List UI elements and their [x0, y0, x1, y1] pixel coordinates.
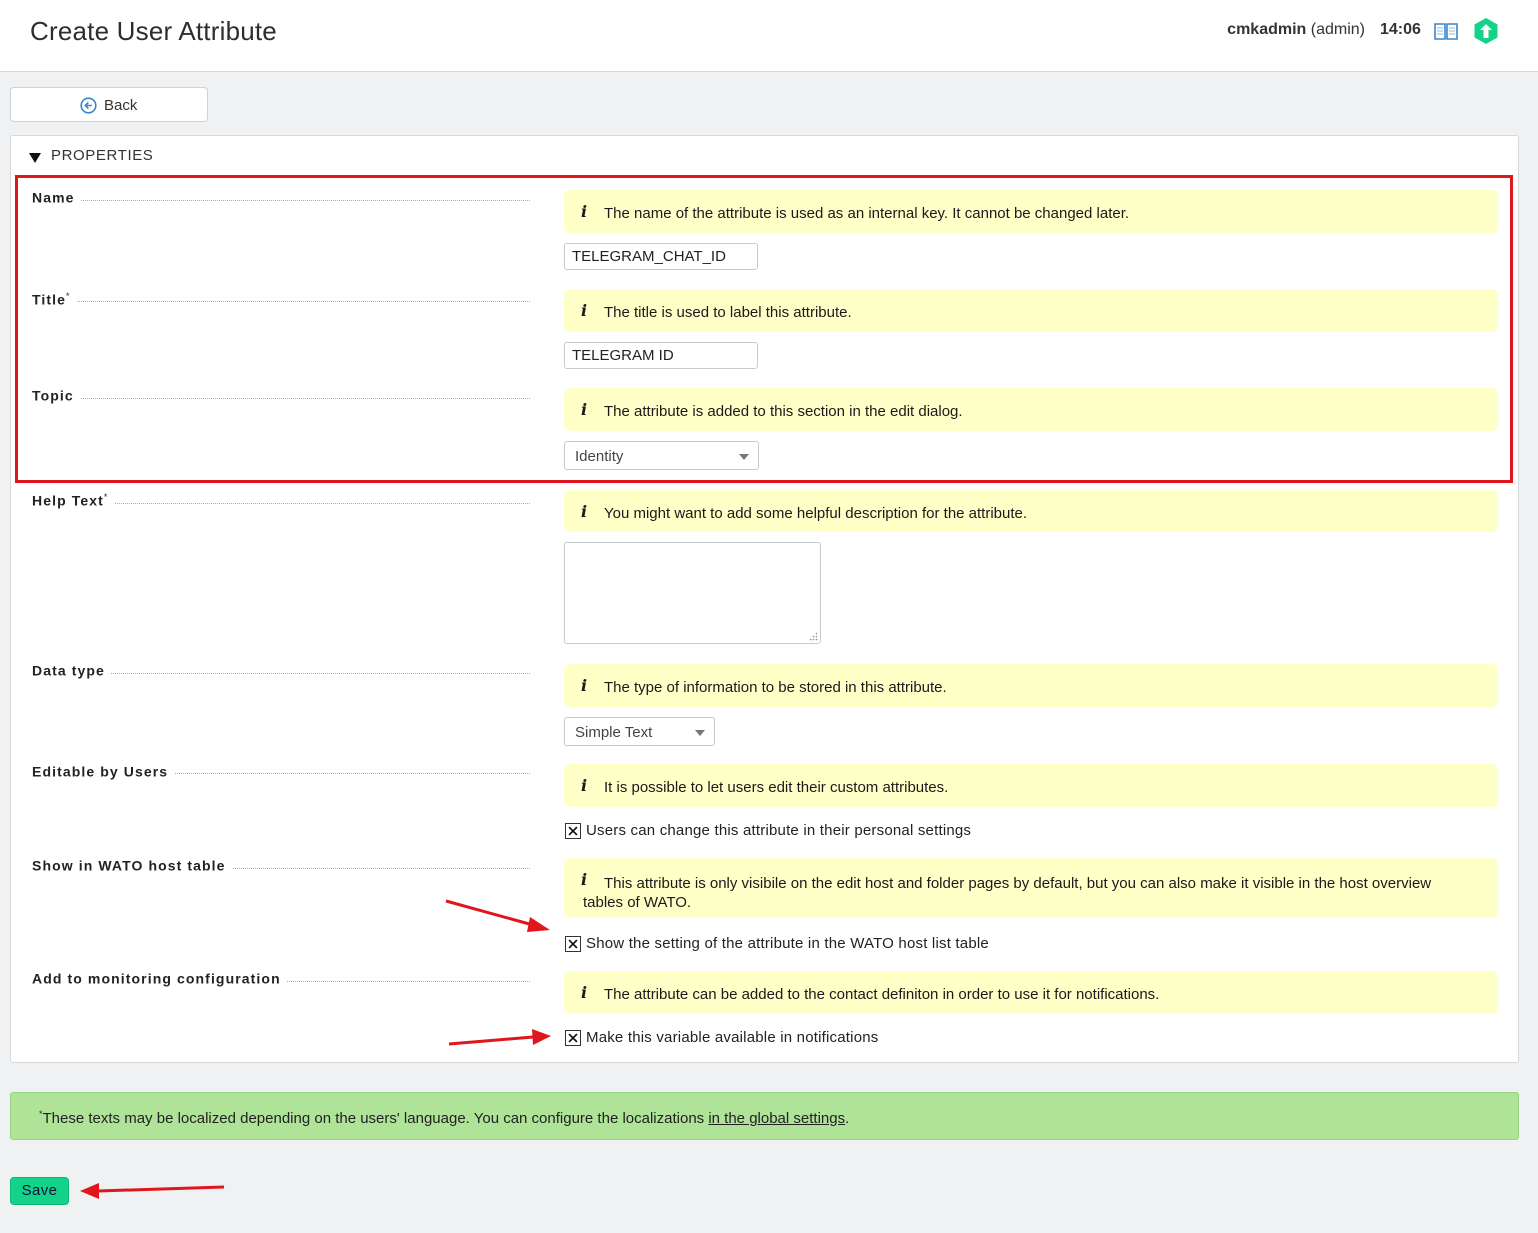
top-header: Create User Attribute cmkadmin (admin) 1… — [0, 0, 1538, 72]
editable-by-users-checkbox[interactable] — [565, 823, 581, 839]
resize-grip-icon[interactable] — [809, 632, 818, 641]
help-editable-by-users: i It is possible to let users edit their… — [564, 764, 1498, 807]
chevron-down-icon — [695, 730, 705, 736]
topic-select-value: Identity — [575, 448, 624, 465]
info-icon: i — [581, 202, 588, 221]
data-type-select-value: Simple Text — [575, 724, 653, 741]
label-leader — [32, 301, 530, 302]
collapse-triangle-icon[interactable] — [29, 153, 41, 163]
field-label-data-type: Data type — [32, 662, 111, 679]
clock: 14:06 — [1380, 21, 1421, 38]
help-text-textarea[interactable] — [564, 542, 821, 644]
chevron-down-icon — [739, 454, 749, 460]
user-info: cmkadmin (admin) — [1227, 21, 1365, 39]
field-label-help-text: Help Text* — [32, 492, 115, 509]
back-label: Back — [104, 97, 138, 114]
help-data-type: i The type of information to be stored i… — [564, 664, 1498, 707]
info-icon: i — [581, 776, 588, 795]
field-label-title: Title* — [32, 291, 77, 308]
book-icon[interactable] — [1434, 20, 1458, 42]
global-settings-link[interactable]: in the global settings — [708, 1110, 845, 1127]
properties-panel: PROPERTIES Name i The name of the attrib… — [10, 135, 1519, 1063]
add-to-monitoring-label[interactable]: Make this variable available in notifica… — [586, 1029, 878, 1046]
topic-select[interactable]: Identity — [564, 441, 759, 470]
info-icon: i — [581, 400, 588, 419]
footnote-text: These texts may be localized depending o… — [42, 1110, 709, 1127]
add-to-monitoring-checkbox[interactable] — [565, 1030, 581, 1046]
back-button[interactable]: Back — [10, 87, 208, 122]
help-title: i The title is used to label this attrib… — [564, 289, 1498, 332]
help-show-in-wato: i This attribute is only visibile on the… — [564, 858, 1498, 918]
user-role: (admin) — [1310, 21, 1365, 38]
checkmk-logo-icon[interactable] — [1472, 17, 1500, 45]
annotation-arrow — [80, 1183, 225, 1199]
field-label-name: Name — [32, 189, 81, 206]
username: cmkadmin — [1227, 21, 1307, 38]
label-leader — [32, 200, 530, 201]
editable-by-users-label[interactable]: Users can change this attribute in their… — [586, 822, 971, 839]
help-help-text: i You might want to add some helpful des… — [564, 490, 1498, 532]
info-icon: i — [581, 301, 588, 320]
data-type-select[interactable]: Simple Text — [564, 717, 715, 746]
info-icon: i — [581, 983, 588, 1002]
back-arrow-icon — [80, 97, 97, 114]
localization-footnote: *These texts may be localized depending … — [10, 1092, 1519, 1140]
field-label-show-in-wato: Show in WATO host table — [32, 857, 232, 874]
show-in-wato-label[interactable]: Show the setting of the attribute in the… — [586, 935, 989, 952]
name-input[interactable] — [564, 243, 758, 270]
help-name: i The name of the attribute is used as a… — [564, 190, 1498, 233]
field-label-add-to-monitoring: Add to monitoring configuration — [32, 970, 287, 987]
title-input[interactable] — [564, 342, 758, 369]
properties-title: PROPERTIES — [51, 147, 154, 164]
field-label-topic: Topic — [32, 387, 80, 404]
page-title: Create User Attribute — [30, 16, 277, 46]
save-button[interactable]: Save — [10, 1177, 69, 1205]
info-icon: i — [581, 676, 588, 695]
help-topic: i The attribute is added to this section… — [564, 388, 1498, 431]
show-in-wato-checkbox[interactable] — [565, 936, 581, 952]
label-leader — [32, 398, 530, 399]
help-add-to-monitoring: i The attribute can be added to the cont… — [564, 971, 1498, 1014]
field-label-editable-by-users: Editable by Users — [32, 763, 175, 780]
info-icon: i — [581, 502, 588, 521]
